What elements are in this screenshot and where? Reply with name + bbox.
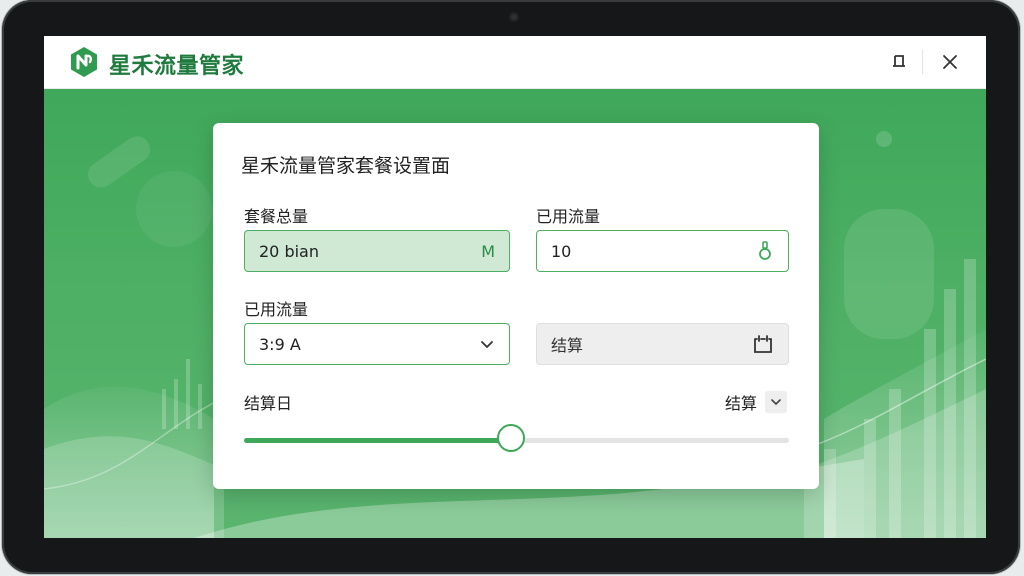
billing-day-label: 结算日	[244, 394, 293, 413]
tablet-frame: 星禾流量管家 星禾流量管家套餐设置面 套餐总量 20 bian M 已用流量 1…	[2, 0, 1020, 574]
billing-day-select-value: 结算	[725, 394, 758, 413]
lock-icon	[759, 241, 771, 260]
plan-settings-dialog: 星禾流量管家套餐设置面 套餐总量 20 bian M 已用流量 10 已用流量	[213, 123, 819, 489]
used-traffic-label: 已用流量	[536, 207, 601, 226]
billing-day-select[interactable]: 结算	[725, 390, 788, 414]
used-traffic-input[interactable]: 10	[536, 230, 789, 272]
total-plan-unit: M	[481, 241, 495, 261]
title-bar: 星禾流量管家	[44, 36, 986, 89]
settle-date-field[interactable]: 结算	[536, 323, 789, 365]
dialog-title: 星禾流量管家套餐设置面	[241, 155, 451, 177]
calendar-icon	[754, 335, 772, 353]
total-plan-value: 20 bian	[259, 241, 319, 261]
used-traffic-select[interactable]: 3:9 A	[244, 323, 510, 365]
total-plan-input[interactable]: 20 bian M	[244, 230, 510, 272]
camera	[509, 12, 519, 22]
close-button[interactable]	[935, 47, 965, 77]
restore-icon	[893, 55, 905, 67]
main-content: 星禾流量管家套餐设置面 套餐总量 20 bian M 已用流量 10 已用流量	[44, 89, 986, 538]
total-plan-label: 套餐总量	[244, 207, 309, 226]
used-traffic-select-label: 已用流量	[244, 300, 309, 319]
close-icon	[943, 55, 957, 69]
billing-day-chevron	[765, 391, 788, 413]
app-title: 星禾流量管家	[109, 54, 245, 79]
app-window: 星禾流量管家 星禾流量管家套餐设置面 套餐总量 20 bian M 已用流量 1…	[44, 36, 986, 538]
used-traffic-value: 10	[551, 241, 572, 261]
restore-button[interactable]	[884, 47, 914, 77]
chevron-down-icon	[481, 341, 493, 348]
used-traffic-select-value: 3:9 A	[259, 334, 301, 354]
n-leaf-logo-icon	[71, 47, 97, 77]
window-controls-divider	[922, 50, 923, 74]
settle-field-value: 结算	[551, 336, 584, 355]
slider-thumb[interactable]	[497, 424, 526, 452]
chevron-down-icon	[771, 399, 781, 405]
billing-day-slider[interactable]	[244, 424, 789, 452]
slider-fill	[244, 438, 512, 443]
